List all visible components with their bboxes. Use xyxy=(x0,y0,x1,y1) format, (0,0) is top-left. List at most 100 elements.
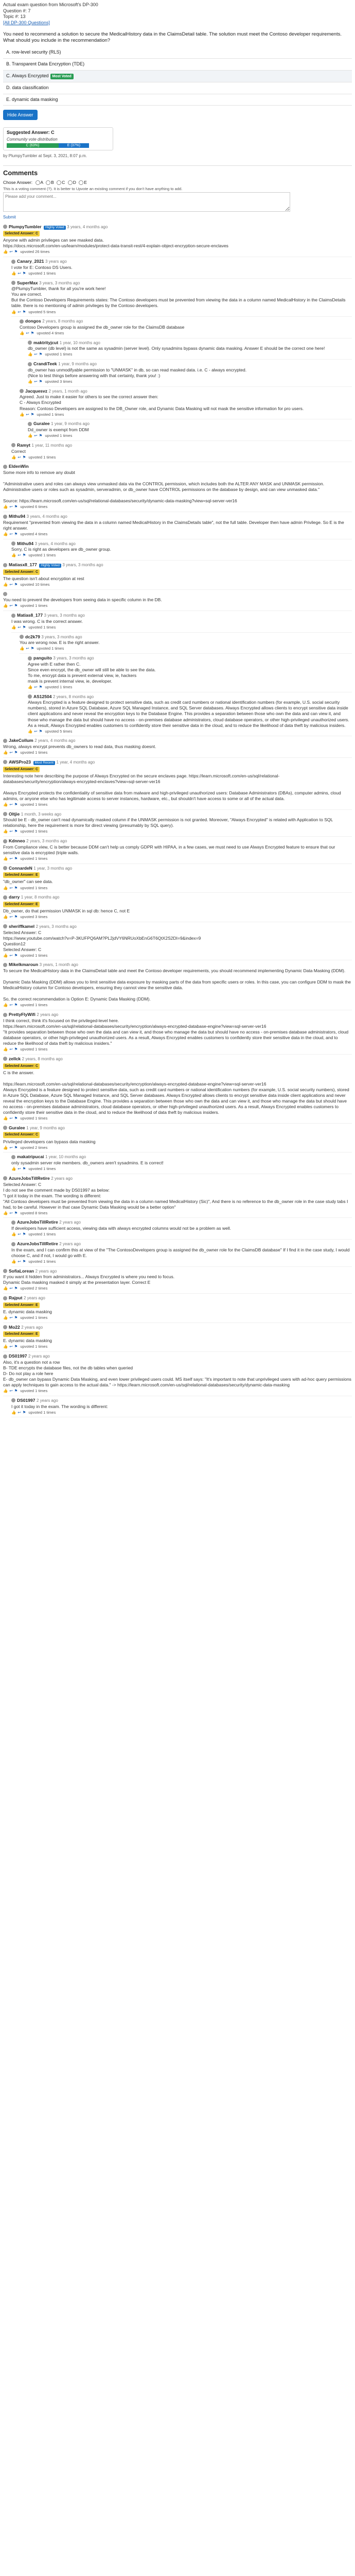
reply-icon[interactable]: ↩ xyxy=(9,504,12,509)
comment-username[interactable]: AzureJobsTillRetire xyxy=(9,1176,50,1181)
comment-username[interactable]: Guralee xyxy=(9,1125,25,1130)
thumbs-up-icon[interactable]: 👍 xyxy=(3,1145,8,1150)
thumbs-up-icon[interactable]: 👍 xyxy=(3,856,8,861)
comment-username[interactable]: Oltjie xyxy=(9,811,20,817)
thumbs-up-icon[interactable]: 👍 xyxy=(11,1232,16,1236)
thumbs-up-icon[interactable]: 👍 xyxy=(3,603,8,608)
flag-icon[interactable]: ⚑ xyxy=(39,729,43,734)
comment-username[interactable]: AWSPro23 xyxy=(9,759,31,765)
flag-icon[interactable]: ⚑ xyxy=(23,1232,26,1236)
thumbs-up-icon[interactable]: 👍 xyxy=(3,829,8,834)
reply-icon[interactable]: ↩ xyxy=(9,532,12,536)
flag-icon[interactable]: ⚑ xyxy=(14,504,18,509)
comment-username[interactable]: DS01997 xyxy=(9,1353,27,1359)
comment-username[interactable]: sheriffkamel xyxy=(9,924,34,929)
flag-icon[interactable]: ⚑ xyxy=(39,352,43,357)
flag-icon[interactable]: ⚑ xyxy=(23,625,26,630)
radio-e[interactable] xyxy=(79,180,84,185)
thumbs-up-icon[interactable]: 👍 xyxy=(11,1410,16,1415)
thumbs-up-icon[interactable]: 👍 xyxy=(11,553,16,557)
thumbs-up-icon[interactable]: 👍 xyxy=(11,271,16,276)
thumbs-up-icon[interactable]: 👍 xyxy=(3,886,8,890)
flag-icon[interactable]: ⚑ xyxy=(14,914,18,919)
flag-icon[interactable]: ⚑ xyxy=(31,646,34,651)
comment-username[interactable]: Mikelkmaroun xyxy=(9,962,38,967)
option-c[interactable]: C. Always Encrypted Most Voted xyxy=(3,70,352,82)
thumbs-up-icon[interactable]: 👍 xyxy=(28,352,32,357)
comment-username[interactable]: Mithu94 xyxy=(17,541,33,546)
reply-icon[interactable]: ↩ xyxy=(9,953,12,958)
reply-icon[interactable]: ↩ xyxy=(17,310,21,314)
thumbs-up-icon[interactable]: 👍 xyxy=(3,1003,8,1007)
reply-icon[interactable]: ↩ xyxy=(9,1145,12,1150)
flag-icon[interactable]: ⚑ xyxy=(14,1286,18,1291)
thumbs-up-icon[interactable]: 👍 xyxy=(3,953,8,958)
reply-icon[interactable]: ↩ xyxy=(9,1344,12,1349)
flag-icon[interactable]: ⚑ xyxy=(23,1410,26,1415)
thumbs-up-icon[interactable]: 👍 xyxy=(3,1388,8,1393)
flag-icon[interactable]: ⚑ xyxy=(14,953,18,958)
flag-icon[interactable]: ⚑ xyxy=(39,379,43,384)
comment-username[interactable]: Matias8_177 xyxy=(17,613,43,618)
comment-input[interactable] xyxy=(3,192,290,212)
reply-icon[interactable]: ↩ xyxy=(9,856,12,861)
flag-icon[interactable]: ⚑ xyxy=(23,1166,26,1171)
option-d[interactable]: D. data classification xyxy=(3,82,352,94)
thumbs-up-icon[interactable]: 👍 xyxy=(3,249,8,254)
radio-d[interactable] xyxy=(67,180,73,185)
comment-username[interactable]: maktrityjcut xyxy=(33,340,58,345)
reply-icon[interactable]: ↩ xyxy=(34,685,37,689)
reply-icon[interactable]: ↩ xyxy=(34,352,37,357)
flag-icon[interactable]: ⚑ xyxy=(23,310,26,314)
thumbs-up-icon[interactable]: 👍 xyxy=(11,625,16,630)
flag-icon[interactable]: ⚑ xyxy=(39,685,43,689)
flag-icon[interactable]: ⚑ xyxy=(14,856,18,861)
reply-icon[interactable]: ↩ xyxy=(9,1211,12,1215)
thumbs-up-icon[interactable]: 👍 xyxy=(11,1166,16,1171)
flag-icon[interactable]: ⚑ xyxy=(14,829,18,834)
comment-username[interactable]: panguito xyxy=(33,655,52,660)
thumbs-up-icon[interactable]: 👍 xyxy=(3,1344,8,1349)
comment-username[interactable]: PrettyFlyWifi xyxy=(9,1012,36,1017)
reply-icon[interactable]: ↩ xyxy=(34,379,37,384)
reply-icon[interactable]: ↩ xyxy=(9,1388,12,1393)
flag-icon[interactable]: ⚑ xyxy=(14,1388,18,1393)
flag-icon[interactable]: ⚑ xyxy=(23,271,26,276)
flag-icon[interactable]: ⚑ xyxy=(23,455,26,460)
flag-icon[interactable]: ⚑ xyxy=(14,1116,18,1121)
thumbs-up-icon[interactable]: 👍 xyxy=(3,532,8,536)
reply-icon[interactable]: ↩ xyxy=(26,412,29,417)
comment-username[interactable]: zellck xyxy=(9,1056,21,1061)
comment-username[interactable]: Mo22 xyxy=(9,1325,20,1330)
comment-username[interactable]: EldenWin xyxy=(9,464,29,469)
reply-icon[interactable]: ↩ xyxy=(17,625,21,630)
flag-icon[interactable]: ⚑ xyxy=(14,1315,18,1320)
thumbs-up-icon[interactable]: 👍 xyxy=(3,1047,8,1052)
flag-icon[interactable]: ⚑ xyxy=(14,1145,18,1150)
reply-icon[interactable]: ↩ xyxy=(17,455,21,460)
reply-icon[interactable]: ↩ xyxy=(9,582,12,587)
comment-username[interactable]: AzureJobsTillRetire xyxy=(17,1219,58,1225)
reply-icon[interactable]: ↩ xyxy=(9,802,12,807)
thumbs-up-icon[interactable]: 👍 xyxy=(3,582,8,587)
flag-icon[interactable]: ⚑ xyxy=(14,1344,18,1349)
reply-icon[interactable]: ↩ xyxy=(9,829,12,834)
reply-icon[interactable]: ↩ xyxy=(9,1286,12,1291)
comment-username[interactable]: Rajput xyxy=(9,1295,22,1300)
reply-icon[interactable]: ↩ xyxy=(9,1315,12,1320)
thumbs-up-icon[interactable]: 👍 xyxy=(28,379,32,384)
flag-icon[interactable]: ⚑ xyxy=(23,553,26,557)
radio-b[interactable] xyxy=(46,180,51,185)
thumbs-up-icon[interactable]: 👍 xyxy=(28,729,32,734)
reply-icon[interactable]: ↩ xyxy=(26,331,29,335)
all-questions-link[interactable]: [All DP-300 Questions] xyxy=(3,20,50,25)
comment-username[interactable]: Ramyt xyxy=(17,443,30,448)
thumbs-up-icon[interactable]: 👍 xyxy=(3,914,8,919)
reply-icon[interactable]: ↩ xyxy=(34,729,37,734)
flag-icon[interactable]: ⚑ xyxy=(14,802,18,807)
flag-icon[interactable]: ⚑ xyxy=(14,1003,18,1007)
reply-icon[interactable]: ↩ xyxy=(9,886,12,890)
reply-icon[interactable]: ↩ xyxy=(34,433,37,438)
comment-username[interactable]: Kdnneo xyxy=(9,838,25,843)
comment-username[interactable]: JakeCollum xyxy=(9,738,33,743)
